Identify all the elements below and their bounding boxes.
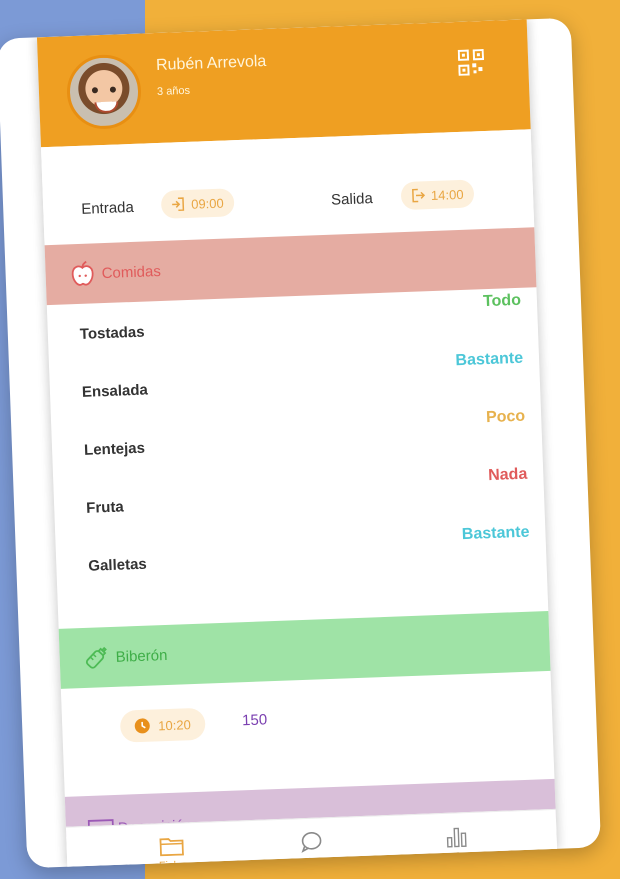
login-icon — [172, 197, 185, 212]
bar-chart-icon — [446, 827, 467, 848]
chat-bubble-icon — [301, 832, 322, 853]
entrada-time-pill[interactable]: 09:00 — [160, 188, 235, 219]
nav-chat[interactable]: Chat — [261, 829, 362, 868]
avatar-eye — [91, 87, 99, 94]
food-amount[interactable]: Todo — [483, 292, 522, 311]
food-amount[interactable]: Nada — [488, 466, 528, 485]
logout-icon — [412, 188, 426, 203]
avatar-mouth — [94, 101, 119, 114]
biberon-amount: 150 — [241, 711, 268, 730]
nav-ficha-label: Ficha — [158, 859, 187, 869]
baby-bottle-icon — [85, 646, 107, 669]
nav-chat-label: Chat — [300, 856, 325, 869]
salida-time: 14:00 — [430, 186, 464, 203]
screenshot-card: Rubén Arrevola 3 años Entrada 09:00 Sali… — [0, 17, 602, 869]
profile-header: Rubén Arrevola 3 años — [36, 19, 531, 148]
child-age: 3 años — [156, 84, 191, 98]
food-amount[interactable]: Bastante — [455, 350, 523, 370]
qr-code-icon[interactable] — [457, 48, 485, 76]
biberon-section-header[interactable]: Biberón — [58, 610, 551, 689]
biberon-time: 10:20 — [157, 716, 192, 733]
entrada-label: Entrada — [80, 198, 135, 218]
food-name: Galletas — [88, 555, 148, 575]
avatar-eye — [109, 86, 117, 93]
folder-icon — [159, 838, 184, 857]
food-amount[interactable]: Poco — [486, 408, 526, 427]
food-amount[interactable]: Bastante — [462, 524, 530, 544]
biberon-title: Biberón — [115, 646, 168, 666]
clock-icon — [134, 718, 150, 734]
child-name: Rubén Arrevola — [155, 52, 267, 74]
food-name: Tostadas — [79, 323, 145, 343]
nav-ficha[interactable]: Ficha — [121, 834, 222, 868]
food-name: Lentejas — [83, 439, 146, 459]
entrada-time: 09:00 — [190, 195, 224, 212]
comidas-title: Comidas — [101, 262, 162, 282]
nav-estadisticas[interactable]: Estadísticas — [406, 824, 507, 866]
avatar[interactable] — [65, 53, 143, 131]
food-name: Fruta — [85, 498, 125, 517]
nav-estadisticas-label: Estadísticas — [427, 850, 488, 865]
attendance-row: Entrada 09:00 Salida 14:00 — [40, 129, 535, 246]
biberon-time-pill[interactable]: 10:20 — [119, 707, 206, 743]
salida-label: Salida — [330, 190, 374, 209]
salida-time-pill[interactable]: 14:00 — [400, 179, 475, 211]
food-name: Ensalada — [81, 381, 149, 401]
apple-icon — [71, 260, 94, 286]
phone-screen: Rubén Arrevola 3 años Entrada 09:00 Sali… — [36, 19, 558, 869]
